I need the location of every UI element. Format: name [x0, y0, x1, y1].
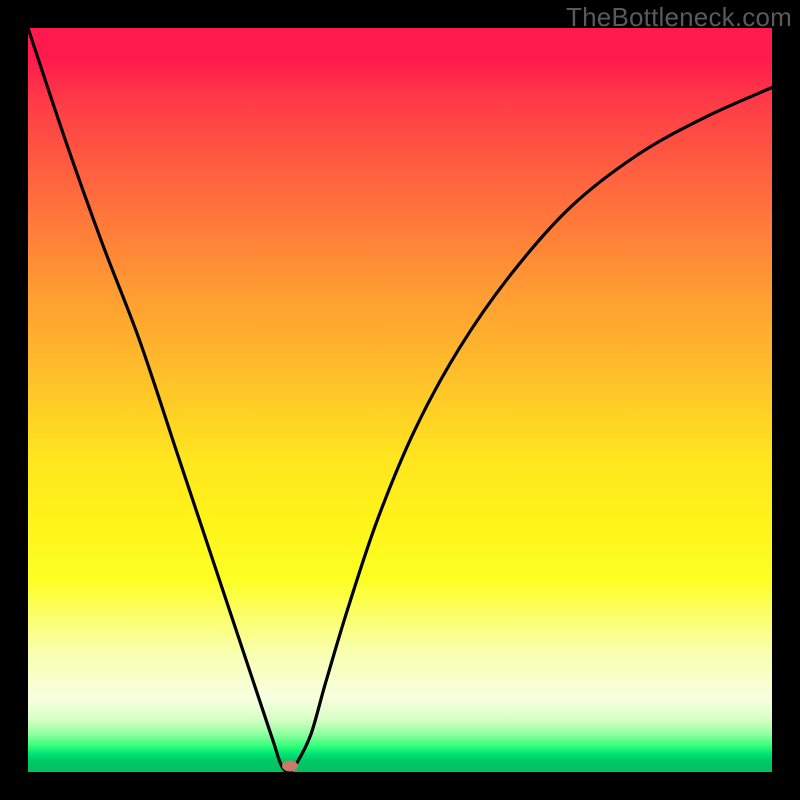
chart-frame: TheBottleneck.com	[0, 0, 800, 800]
bottleneck-curve-path	[28, 28, 772, 772]
plot-area	[28, 28, 772, 772]
curve-svg	[28, 28, 772, 772]
watermark-label: TheBottleneck.com	[566, 2, 792, 33]
optimal-point-marker	[282, 761, 298, 772]
